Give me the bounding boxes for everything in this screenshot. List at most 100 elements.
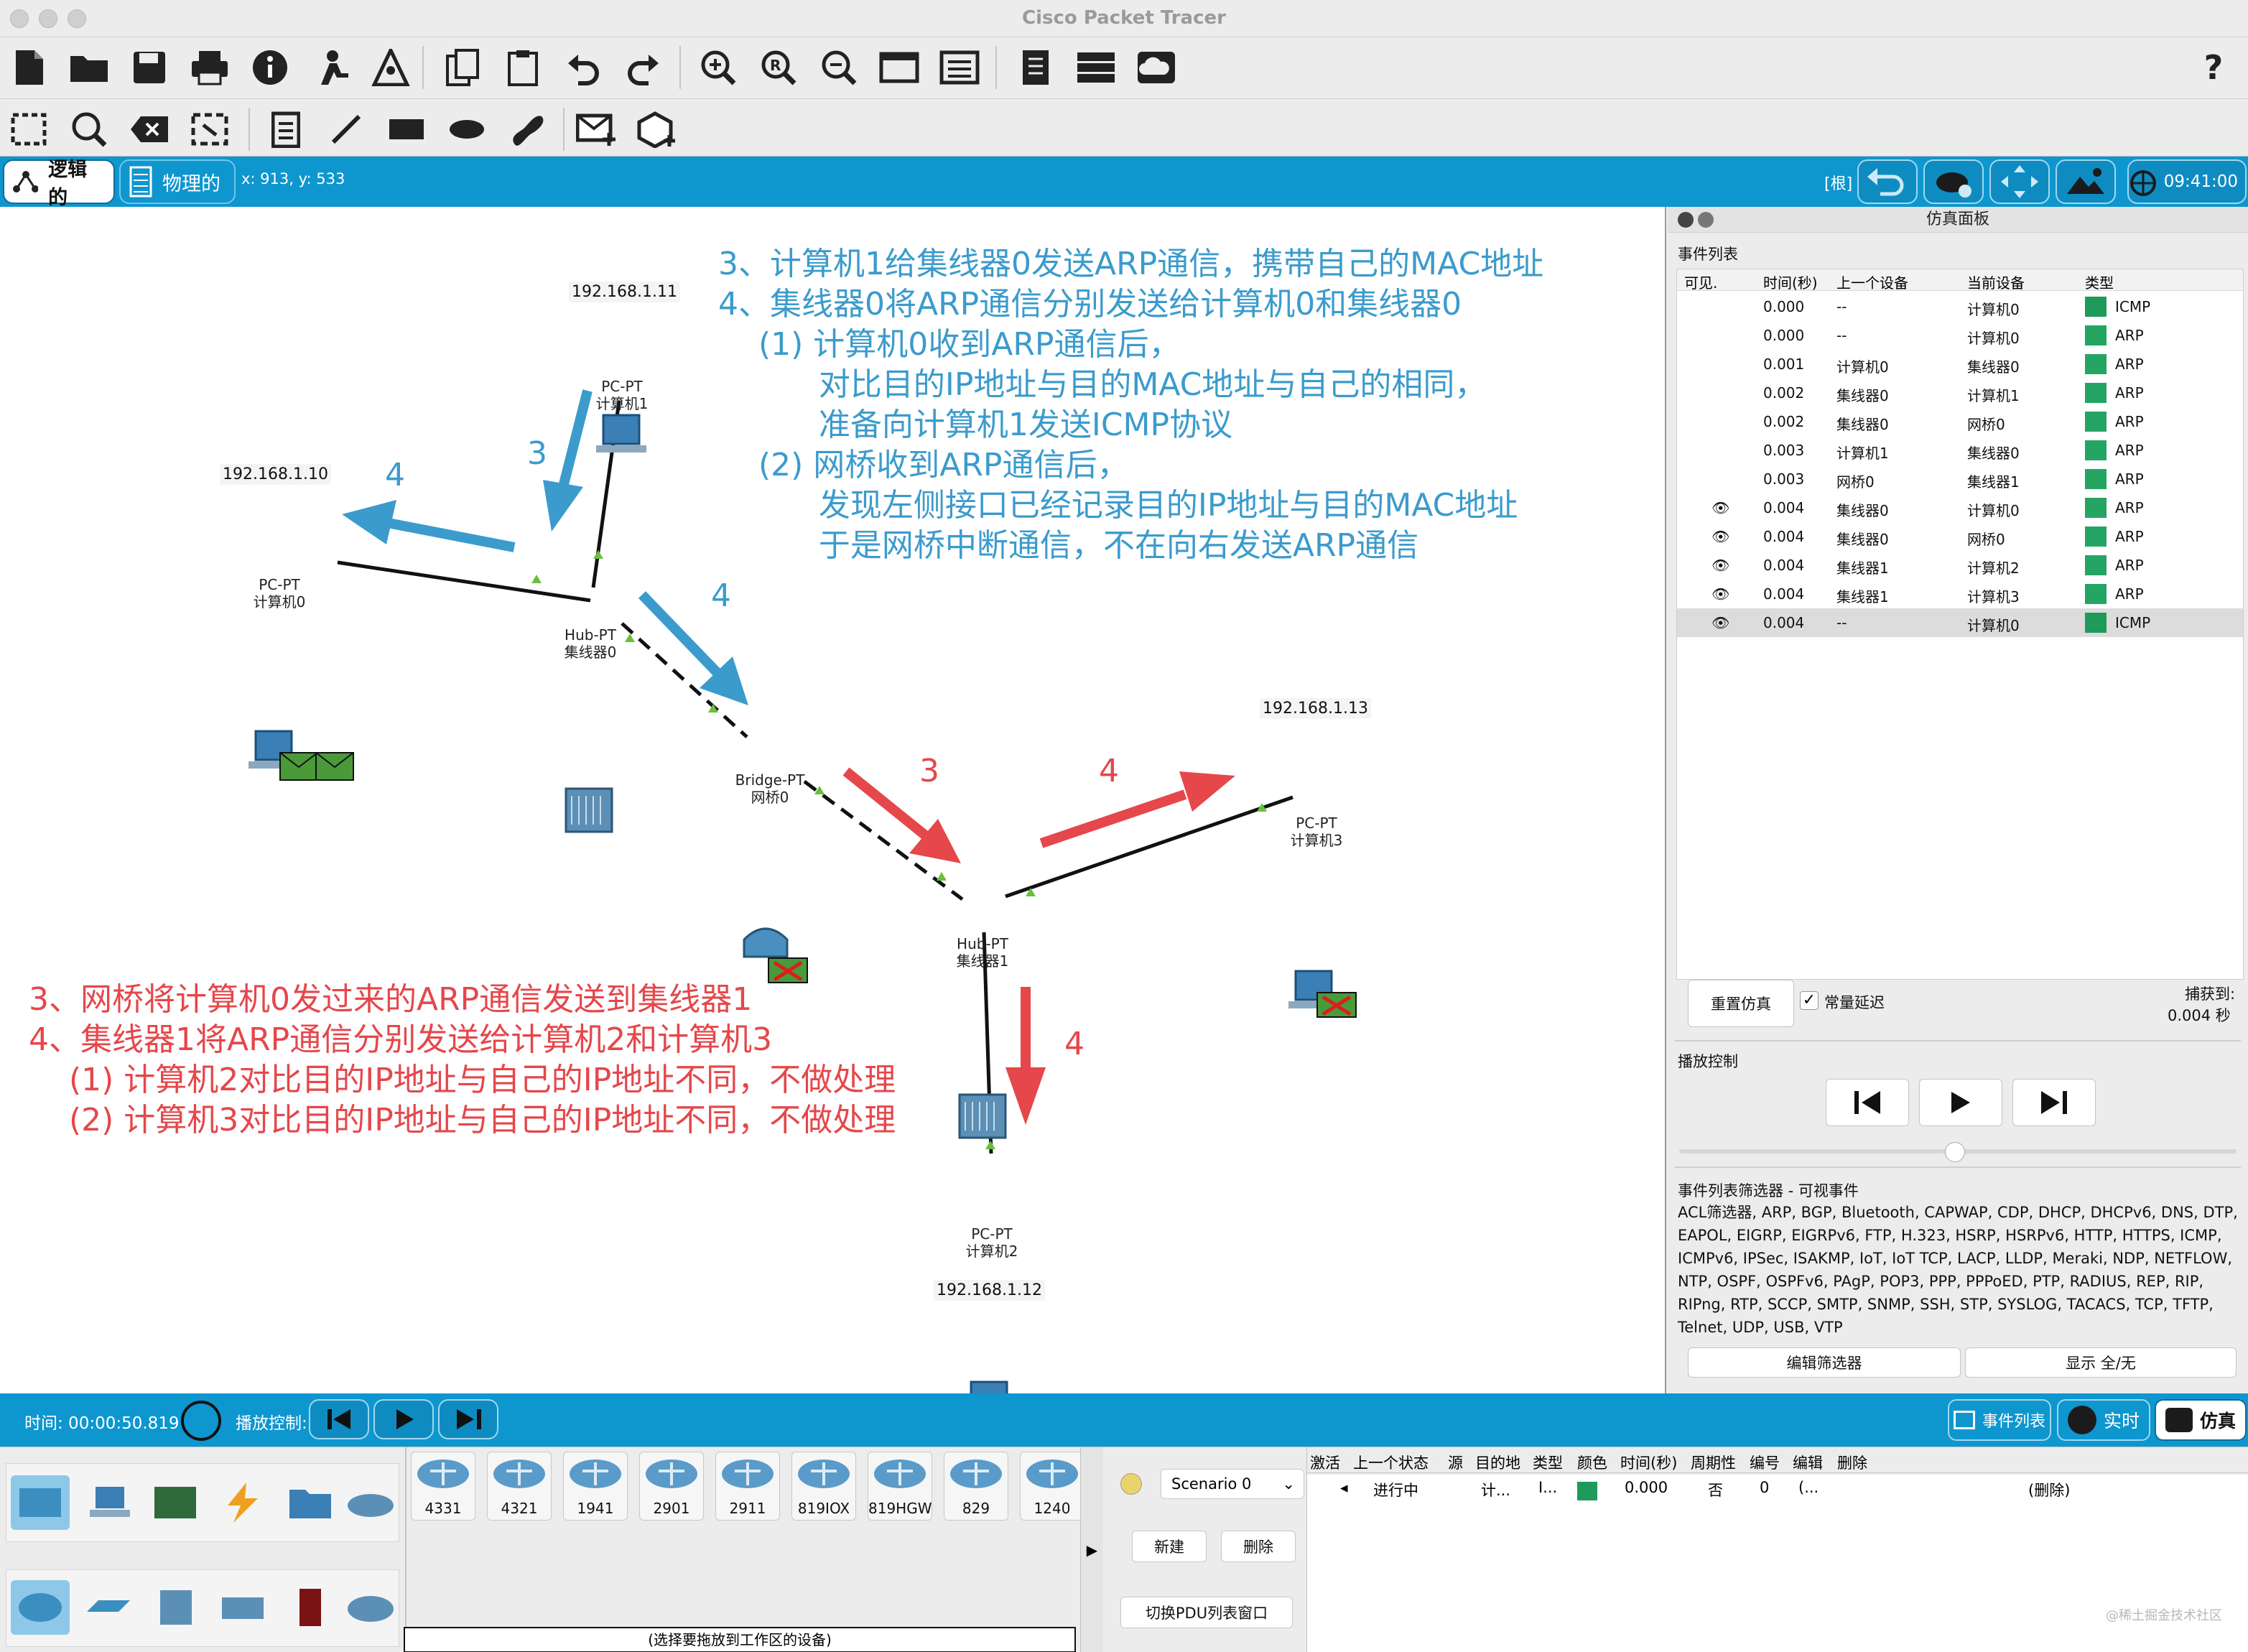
print-icon[interactable] <box>187 45 233 91</box>
wan-emulation-icon[interactable] <box>341 1580 400 1635</box>
help-icon[interactable]: ? <box>2191 45 2237 91</box>
constant-delay-checkbox[interactable]: ✓ <box>1800 991 1819 1010</box>
pc2-label[interactable]: PC-PT 计算机2 <box>960 1225 1024 1260</box>
edit-filter-button[interactable]: 编辑筛选器 <box>1688 1347 1961 1378</box>
event-row[interactable]: 👁 0.004 集线器0 网桥0 ARP <box>1677 522 2243 551</box>
event-row[interactable]: 0.003 计算机1 集线器0 ARP <box>1677 436 2243 465</box>
hub1-label[interactable]: Hub-PT 集线器1 <box>948 935 1017 970</box>
drawing-palette-icon[interactable] <box>876 45 922 91</box>
router-model-item[interactable]: 2911 <box>715 1452 780 1521</box>
resize-icon[interactable] <box>187 106 233 152</box>
zoom-in-icon[interactable] <box>695 45 741 91</box>
router-model-item[interactable]: 4331 <box>411 1452 475 1521</box>
open-folder-icon[interactable] <box>66 45 112 91</box>
router-model-item[interactable]: 819IOX <box>791 1452 856 1521</box>
network-devices-icon[interactable] <box>11 1475 70 1530</box>
custom-device-icon[interactable] <box>937 45 983 91</box>
add-simple-pdu-icon[interactable] <box>575 106 621 152</box>
miscellaneous-icon[interactable] <box>281 1475 340 1530</box>
router-model-item[interactable]: 4321 <box>487 1452 552 1521</box>
event-list-toggle[interactable]: 事件列表 <box>1948 1399 2051 1441</box>
draw-ellipse-icon[interactable] <box>444 106 490 152</box>
hub0-label[interactable]: Hub-PT 集线器0 <box>556 626 625 661</box>
cloud-icon[interactable] <box>1133 45 1179 91</box>
back-button[interactable] <box>1857 159 1918 204</box>
reset-simulation-button[interactable]: 重置仿真 <box>1688 980 1794 1027</box>
router-model-item[interactable]: 2901 <box>639 1452 704 1521</box>
speed-slider-thumb[interactable] <box>1945 1142 1965 1162</box>
new-cluster-button[interactable] <box>1923 159 1984 204</box>
pc0-label[interactable]: PC-PT 计算机0 <box>247 576 312 611</box>
palette-expand-arrow[interactable]: ▶ <box>1080 1447 1103 1652</box>
show-all-none-button[interactable]: 显示 全/无 <box>1965 1347 2237 1378</box>
bottom-forward-button[interactable] <box>438 1399 498 1439</box>
event-row[interactable]: 0.002 集线器0 网桥0 ARP <box>1677 407 2243 436</box>
add-complex-pdu-icon[interactable] <box>635 106 681 152</box>
inspect-icon[interactable] <box>66 106 112 152</box>
event-row[interactable]: 👁 0.004 -- 计算机0 ICMP <box>1677 608 2243 637</box>
event-row[interactable]: 👁 0.004 集线器1 计算机3 ARP <box>1677 580 2243 608</box>
router-model-item[interactable]: 1941 <box>563 1452 628 1521</box>
copy-icon[interactable] <box>440 45 486 91</box>
tab-physical[interactable]: 物理的 <box>119 159 236 204</box>
redo-icon[interactable] <box>621 45 666 91</box>
event-list-table[interactable]: 可见. 时间(秒) 上一个设备 当前设备 类型 0.000 -- 计算机0 ICMP 0… <box>1676 269 2244 980</box>
realtime-mode-button[interactable]: 实时 <box>2057 1399 2150 1441</box>
network-info-icon[interactable] <box>368 45 414 91</box>
draw-line-icon[interactable] <box>323 106 369 152</box>
event-row[interactable]: 👁 0.004 集线器1 计算机2 ARP <box>1677 551 2243 580</box>
server-icon[interactable] <box>1073 45 1119 91</box>
wireless-devices-icon[interactable] <box>213 1580 272 1635</box>
activity-wizard-icon[interactable] <box>307 45 353 91</box>
event-row[interactable]: 0.003 网桥0 集线器1 ARP <box>1677 465 2243 493</box>
logical-workspace[interactable]: #workspace svg g[data-name="pc1-icon"]{t… <box>0 207 1666 1393</box>
tab-logical[interactable]: 逻辑的 <box>3 159 115 209</box>
play-button[interactable] <box>1919 1079 2002 1126</box>
pdu-delete[interactable]: (删除) <box>2028 1479 2070 1500</box>
clock-button[interactable]: 09:41:00 <box>2127 159 2247 204</box>
pc3-label[interactable]: PC-PT 计算机3 <box>1284 815 1349 849</box>
components-icon[interactable] <box>146 1475 205 1530</box>
undock-panel-icon[interactable] <box>1698 212 1714 228</box>
new-scenario-button[interactable]: 新建 <box>1132 1531 1207 1562</box>
set-background-button[interactable] <box>2056 159 2116 204</box>
event-row[interactable]: 0.000 -- 计算机0 ICMP <box>1677 292 2243 321</box>
delete-icon[interactable] <box>126 106 172 152</box>
scenario-select[interactable]: Scenario 0 ⌄ <box>1161 1469 1304 1499</box>
router-model-item[interactable]: 819HGW <box>868 1452 932 1521</box>
toggle-pdu-list-button[interactable]: 切换PDU列表窗口 <box>1120 1597 1293 1628</box>
security-icon[interactable] <box>281 1580 340 1635</box>
draw-rectangle-icon[interactable] <box>384 106 429 152</box>
pc1-label[interactable]: PC-PT 计算机1 <box>593 378 651 412</box>
simulation-mode-button[interactable]: 仿真 <box>2155 1399 2247 1441</box>
bottom-play-button[interactable] <box>373 1399 434 1439</box>
routers-icon[interactable] <box>11 1580 70 1635</box>
new-file-icon[interactable] <box>6 45 52 91</box>
close-panel-icon[interactable] <box>1678 212 1694 228</box>
delete-scenario-button[interactable]: 删除 <box>1221 1531 1296 1562</box>
router-model-item[interactable]: 1240 <box>1020 1452 1084 1521</box>
router-model-item[interactable]: 829 <box>944 1452 1008 1521</box>
pdu-row[interactable]: ◂ 进行中 计... I... 0.000 否 0 (... (删除) <box>1307 1475 2248 1503</box>
event-row[interactable]: 0.002 集线器0 计算机1 ARP <box>1677 379 2243 407</box>
place-note-icon[interactable] <box>263 106 309 152</box>
bottom-back-button[interactable] <box>309 1399 369 1439</box>
move-object-button[interactable] <box>1989 159 2050 204</box>
save-icon[interactable] <box>126 45 172 91</box>
back-step-button[interactable] <box>1826 1079 1909 1126</box>
forward-step-button[interactable] <box>2012 1079 2096 1126</box>
select-icon[interactable] <box>6 106 52 152</box>
hubs-icon[interactable] <box>146 1580 205 1635</box>
event-row[interactable]: 0.001 计算机0 集线器0 ARP <box>1677 350 2243 379</box>
multiuser-icon[interactable] <box>341 1475 400 1530</box>
bridge0-label[interactable]: Bridge-PT 网桥0 <box>727 771 813 806</box>
event-row[interactable]: 👁 0.004 集线器0 计算机0 ARP <box>1677 493 2243 522</box>
view-ipc-icon[interactable] <box>1013 45 1059 91</box>
power-cycle-icon[interactable] <box>181 1401 221 1441</box>
undo-icon[interactable] <box>560 45 606 91</box>
zoom-reset-icon[interactable]: R <box>756 45 802 91</box>
switches-icon[interactable] <box>78 1580 137 1635</box>
pdu-edit[interactable]: (... <box>1798 1479 1819 1496</box>
zoom-out-icon[interactable] <box>816 45 862 91</box>
connections-icon[interactable] <box>213 1475 272 1530</box>
